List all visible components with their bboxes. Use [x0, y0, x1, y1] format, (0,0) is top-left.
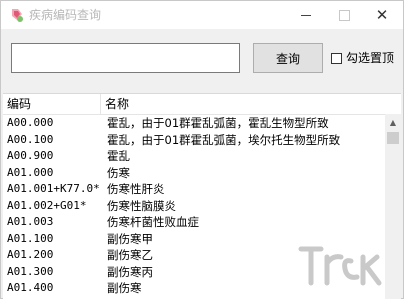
table-row[interactable]: A01.001+K77.0* 伤寒性肝炎 [3, 181, 385, 198]
title-bar[interactable]: 疾病编码查询 ✕ [1, 1, 403, 29]
close-button[interactable]: ✕ [363, 1, 401, 29]
row-code: A01.300 [7, 264, 54, 278]
row-name: 霍乱，由于01群霍乱弧菌，埃尔托生物型所致 [107, 132, 341, 147]
table-row[interactable]: A01.000 伤寒 [3, 165, 385, 182]
row-name: 副伤寒乙 [107, 248, 153, 262]
row-name: 伤寒 [107, 165, 130, 180]
list-header: 编码 名称 [3, 94, 401, 115]
close-icon: ✕ [375, 5, 389, 24]
table-row[interactable]: A00.000 霍乱，由于01群霍乱弧菌，霍乱生物型所致 [3, 115, 385, 132]
row-code: A01.002+G01* [7, 198, 87, 212]
row-name: 伤寒杆菌性败血症 [107, 215, 199, 229]
table-row[interactable]: A01.003 伤寒杆菌性败血症 [3, 214, 385, 231]
search-input[interactable] [11, 43, 240, 73]
pin-top-checkbox[interactable] [331, 53, 342, 64]
row-code: A01.001+K77.0* [7, 182, 100, 195]
row-code: A01.000 [7, 165, 54, 179]
row-name: 副伤寒 [107, 281, 142, 295]
minimize-icon [301, 14, 311, 16]
scrollbar-thumb[interactable] [387, 132, 399, 144]
row-name: 伤寒性肝炎 [107, 182, 165, 196]
row-code: A00.900 [7, 149, 54, 162]
query-button[interactable]: 查询 [253, 43, 323, 73]
row-name: 伤寒性脑膜炎 [107, 198, 176, 213]
window-title: 疾病编码查询 [29, 8, 102, 22]
scroll-up-arrow-icon[interactable]: ▲ [385, 114, 401, 130]
maximize-icon [338, 9, 350, 21]
row-code: A00.000 [7, 116, 54, 129]
row-code: A01.003 [7, 215, 54, 228]
watermark-logo [293, 239, 399, 295]
row-code: A01.400 [7, 281, 54, 294]
row-name: 霍乱 [107, 149, 130, 163]
row-code: A01.100 [7, 231, 54, 245]
maximize-button[interactable] [325, 1, 363, 29]
table-row[interactable]: A00.100 霍乱，由于01群霍乱弧菌，埃尔托生物型所致 [3, 132, 385, 149]
row-name: 副伤寒甲 [107, 231, 153, 246]
table-row[interactable]: A01.002+G01* 伤寒性脑膜炎 [3, 198, 385, 215]
table-row[interactable]: A00.900 霍乱 [3, 148, 385, 165]
row-name: 副伤寒丙 [107, 264, 153, 279]
minimize-button[interactable] [287, 1, 325, 29]
row-code: A00.100 [7, 132, 54, 146]
row-code: A01.200 [7, 248, 54, 261]
app-window: 疾病编码查询 ✕ 查询 勾选置顶 编码 名称 A00.000 霍乱，由于01群霍乱… [0, 0, 404, 299]
pin-top-label[interactable]: 勾选置顶 [346, 50, 394, 66]
row-name: 霍乱，由于01群霍乱弧菌，霍乱生物型所致 [107, 116, 329, 130]
app-logo-icon [9, 7, 25, 23]
column-header-name[interactable]: 名称 [101, 94, 385, 114]
column-header-code[interactable]: 编码 [3, 94, 101, 114]
